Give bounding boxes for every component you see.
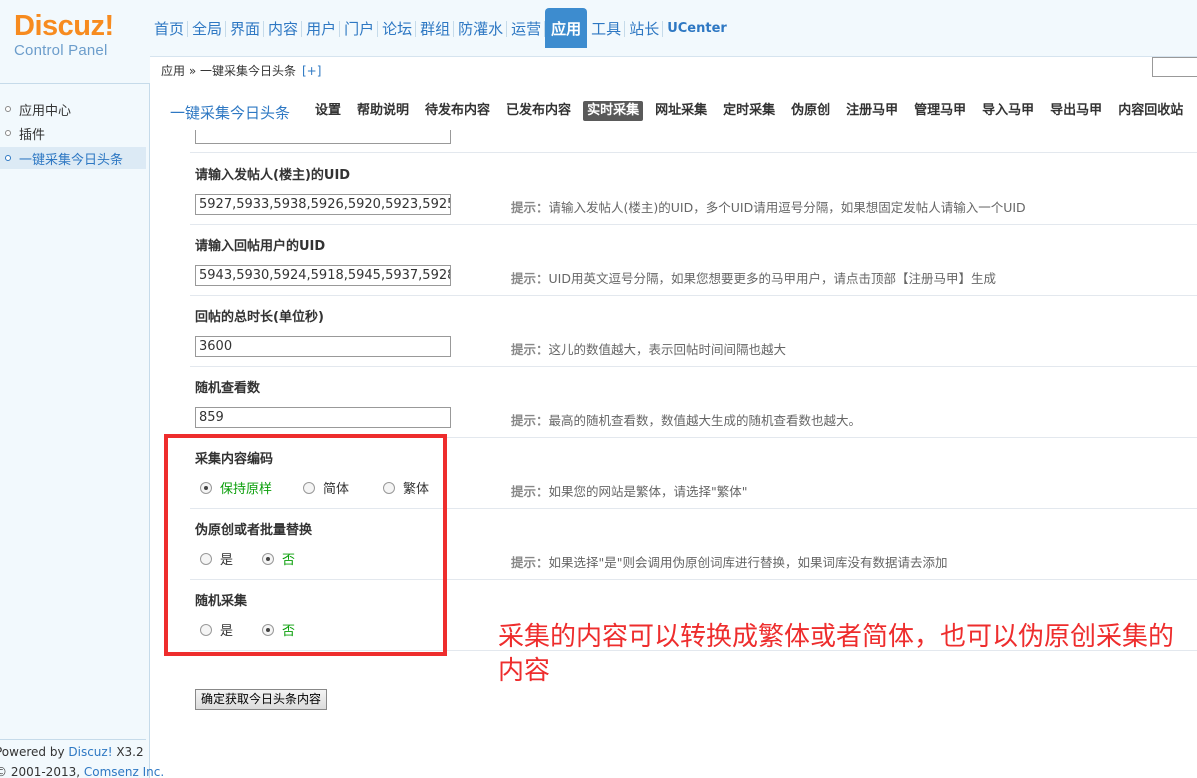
sidebar-item-app-center[interactable]: 应用中心	[0, 98, 146, 120]
pseudo-original-hint: 提示：如果选择"是"则会调用伪原创词库进行替换，如果词库没有数据请去添加	[511, 552, 948, 571]
footer-brand-link[interactable]: Discuz!	[68, 745, 112, 759]
hint-prefix: 提示：	[511, 413, 549, 428]
nav-item-5[interactable]: 门户	[340, 8, 379, 48]
nav-item-9[interactable]: 运营	[507, 8, 546, 48]
nav-item-4[interactable]: 用户	[302, 8, 341, 48]
row-divider	[190, 366, 1197, 367]
footer-version: X3.2	[112, 745, 144, 759]
hint-text: 如果选择"是"则会调用伪原创词库进行替换，如果词库没有数据请去添加	[548, 555, 948, 570]
sidebar-item-label: 插件	[19, 127, 46, 143]
top-nav: 首页 全局 界面 内容 用户 门户 论坛 群组 防灌水 运营 应用 工具 站长 UCenter	[150, 8, 731, 48]
footer-company-link[interactable]: Comsenz Inc.	[84, 765, 164, 778]
nav-item-12[interactable]: 站长	[625, 8, 664, 48]
tab-3[interactable]: 已发布内容	[502, 101, 575, 121]
tab-5[interactable]: 网址采集	[651, 101, 711, 121]
hint-prefix: 提示：	[511, 271, 549, 286]
tab-4[interactable]: 实时采集	[583, 101, 644, 121]
sidebar-item-plugins[interactable]: 插件	[0, 122, 146, 144]
nav-item-13[interactable]: UCenter	[663, 8, 731, 48]
hint-text: UID用英文逗号分隔，如果您想要更多的马甲用户，请点击顶部【注册马甲】生成	[548, 271, 996, 286]
tab-11[interactable]: 导出马甲	[1046, 101, 1106, 121]
random-views-input[interactable]: 859	[195, 407, 451, 428]
bullet-icon	[5, 155, 11, 161]
breadcrumb-bar: 应用 » 一键采集今日头条 [+]	[150, 56, 1197, 84]
sidebar: 应用中心 插件 一键采集今日头条 Powered by Discuz! X3.2…	[0, 84, 164, 778]
tab-12[interactable]: 内容回收站	[1114, 101, 1187, 121]
plugin-title: 一键采集今日头条	[170, 104, 291, 122]
tab-7[interactable]: 伪原创	[787, 101, 834, 121]
poster-uid-input[interactable]: 5927,5933,5938,5926,5920,5923,5925,	[195, 194, 451, 215]
tab-8[interactable]: 注册马甲	[842, 101, 902, 121]
hint-prefix: 提示：	[511, 200, 549, 215]
hint-text: 如果您的网站是繁体，请选择"繁体"	[548, 484, 748, 499]
hint-text: 最高的随机查看数，数值越大生成的随机查看数也越大。	[548, 413, 862, 428]
nav-item-2[interactable]: 界面	[226, 8, 265, 48]
hint-prefix: 提示：	[511, 342, 549, 357]
tab-9[interactable]: 管理马甲	[910, 101, 970, 121]
row-divider	[190, 224, 1197, 225]
logo[interactable]: Discuz! Control Panel	[14, 10, 114, 60]
reply-uid-hint: 提示：UID用英文逗号分隔，如果您想要更多的马甲用户，请点击顶部【注册马甲】生成	[511, 268, 996, 287]
reply-duration-input[interactable]: 3600	[195, 336, 451, 357]
random-views-label: 随机查看数	[195, 381, 261, 396]
nav-item-11[interactable]: 工具	[587, 8, 626, 48]
footer-copyright: © 2001-2013,	[0, 765, 84, 778]
reply-duration-hint: 提示：这儿的数值越大，表示回帖时间间隔也越大	[511, 339, 786, 358]
hint-text: 请输入发帖人(楼主)的UID，多个UID请用逗号分隔，如果想固定发帖人请输入一个…	[548, 200, 1026, 215]
logo-main: Discuz!	[14, 10, 114, 42]
tab-6[interactable]: 定时采集	[719, 101, 779, 121]
previous-field-input[interactable]	[195, 130, 451, 144]
sidebar-footer: Powered by Discuz! X3.2 © 2001-2013, Com…	[0, 742, 164, 778]
breadcrumb-path: 应用 » 一键采集今日头条	[161, 64, 296, 78]
footer-powered: Powered by	[0, 745, 69, 759]
submit-button[interactable]: 确定获取今日头条内容	[195, 689, 328, 710]
tab-1[interactable]: 帮助说明	[353, 101, 413, 121]
reply-duration-label: 回帖的总时长(单位秒)	[195, 310, 324, 325]
hint-prefix: 提示：	[511, 555, 549, 570]
poster-uid-hint: 提示：请输入发帖人(楼主)的UID，多个UID请用逗号分隔，如果想固定发帖人请输…	[511, 197, 1026, 216]
random-views-hint: 提示：最高的随机查看数，数值越大生成的随机查看数也越大。	[511, 410, 861, 429]
encoding-hint: 提示：如果您的网站是繁体，请选择"繁体"	[511, 481, 748, 500]
hint-text: 这儿的数值越大，表示回帖时间间隔也越大	[548, 342, 787, 357]
nav-item-3[interactable]: 内容	[264, 8, 303, 48]
hint-prefix: 提示：	[511, 484, 549, 499]
header: Discuz! Control Panel 首页 全局 界面 内容 用户 门户 论坛 群组 防灌…	[0, 0, 1197, 84]
poster-uid-label: 请输入发帖人(楼主)的UID	[195, 168, 351, 183]
nav-item-8[interactable]: 防灌水	[454, 8, 508, 48]
plugin-tabs: 设置 帮助说明 待发布内容 已发布内容 实时采集 网址采集 定时采集 伪原创 注册马甲 管理马甲导…	[311, 101, 1195, 121]
breadcrumb: 应用 » 一键采集今日头条 [+]	[161, 62, 321, 79]
bullet-icon	[5, 130, 11, 136]
reply-uid-label: 请输入回帖用户的UID	[195, 239, 326, 254]
logo-sub: Control Panel	[14, 42, 108, 59]
sidebar-item-toutiao[interactable]: 一键采集今日头条	[0, 147, 146, 169]
sidebar-item-label: 一键采集今日头条	[19, 152, 124, 168]
nav-item-0[interactable]: 首页	[150, 8, 189, 48]
nav-item-1[interactable]: 全局	[188, 8, 227, 48]
tab-0[interactable]: 设置	[311, 101, 345, 121]
sidebar-divider	[0, 739, 146, 740]
search-input[interactable]	[1152, 57, 1197, 77]
nav-item-7[interactable]: 群组	[416, 8, 455, 48]
sidebar-item-label: 应用中心	[19, 103, 72, 119]
row-divider	[190, 295, 1197, 296]
control-panel: Discuz! Control Panel 首页 全局 界面 内容 用户 门户 论坛 群组 防灌…	[0, 0, 1197, 778]
nav-item-6[interactable]: 论坛	[378, 8, 417, 48]
tab-10[interactable]: 导入马甲	[978, 101, 1038, 121]
reply-uid-input[interactable]: 5943,5930,5924,5918,5945,5937,5928,	[195, 265, 451, 286]
row-divider	[190, 152, 1197, 153]
highlight-box	[164, 434, 447, 656]
nav-item-10[interactable]: 应用	[545, 8, 588, 48]
tab-2[interactable]: 待发布内容	[421, 101, 494, 121]
bullet-icon	[5, 106, 11, 112]
add-shortcut-link[interactable]: [+]	[302, 64, 321, 78]
annotation-text: 采集的内容可以转换成繁体或者简体，也可以伪原创采集的内容	[498, 622, 1175, 686]
